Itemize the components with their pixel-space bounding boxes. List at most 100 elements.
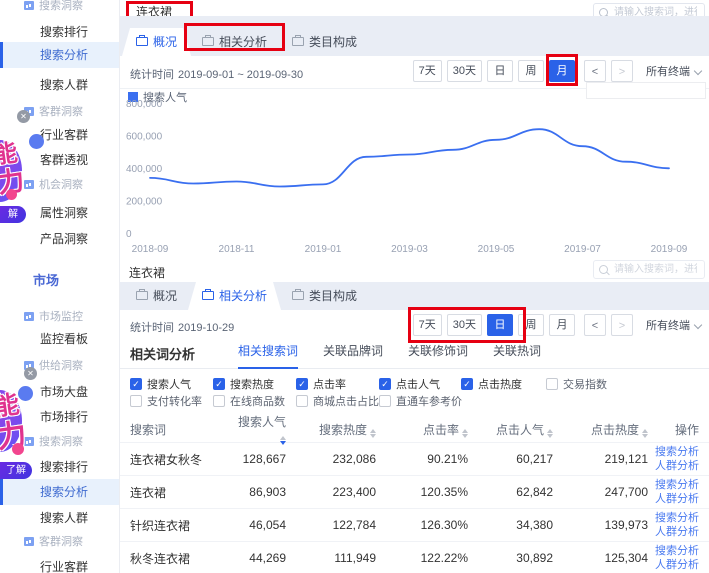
prev-period-button[interactable]: < [584,314,606,336]
word-tab-brand[interactable]: 关联品牌词 [323,340,383,367]
word-tab-hot[interactable]: 关联热词 [493,340,541,367]
stat-time-value: 2019-09-01 ~ 2019-09-30 [178,69,303,81]
sidebar-item-market-overview[interactable]: 市场大盘 [0,382,119,402]
tab-category-composition[interactable]: 类目构成 [278,282,371,310]
svg-text:600,000: 600,000 [126,132,163,143]
metric-label: 点击人气 [396,376,440,392]
col-header-click-rate[interactable]: 点击率 [376,421,468,438]
col-header-click-heat[interactable]: 点击热度 [553,421,648,438]
promo-pill[interactable]: 了解 [0,462,32,479]
metric-ztc-reference-price[interactable]: 直通车参考价 [379,393,462,409]
promo-pill[interactable]: 解 [0,206,26,223]
search-input[interactable] [612,263,699,276]
search-analysis-link[interactable]: 搜索分析 [648,445,699,459]
briefcase-icon [136,37,148,46]
sidebar-item-label: 搜索排行 [40,460,88,474]
range-week-button[interactable]: 周 [518,60,544,82]
tab-related-analysis[interactable]: 相关分析 [188,282,281,310]
next-period-button[interactable]: > [611,60,633,82]
tab-category-composition[interactable]: 类目构成 [278,28,371,56]
checkbox-icon [546,378,558,390]
search-analysis-link[interactable]: 搜索分析 [648,544,699,558]
audience-analysis-link[interactable]: 人群分析 [648,459,699,473]
audience-analysis-link[interactable]: 人群分析 [648,525,699,539]
terminal-dropdown[interactable]: 所有终端 [646,63,701,79]
range-day-button[interactable]: 日 [487,314,513,336]
metric-click-rate[interactable]: 点击率 [296,376,346,392]
svg-text:2019-01: 2019-01 [305,244,342,255]
sidebar-item-industry-customers[interactable]: 行业客群 [0,557,119,573]
svg-text:200,000: 200,000 [126,197,163,208]
metric-click-popularity[interactable]: 点击人气 [379,376,440,392]
audience-analysis-link[interactable]: 人群分析 [648,492,699,506]
sidebar-item-search-audience[interactable]: 搜索人群 [0,508,119,528]
metric-search-popularity[interactable]: 搜索人气 [130,376,191,392]
col-header-search-popularity[interactable]: 搜索人气 [230,413,286,445]
sidebar-item-search-ranking[interactable]: 搜索排行 [0,22,119,42]
insight-icon [24,437,34,446]
range-month-button[interactable]: 月 [549,60,575,82]
cell-value: 139,973 [553,518,648,532]
range-7d-button[interactable]: 7天 [413,60,442,82]
tab-overview[interactable]: 概况 [122,28,191,56]
sidebar-section-opportunity-insight: 机会洞察 [0,175,119,195]
sidebar-item-search-analysis[interactable]: 搜索分析 [0,42,119,68]
range-7d-button[interactable]: 7天 [413,314,442,336]
col-header-click-popularity[interactable]: 点击人气 [468,421,553,438]
search-analysis-link[interactable]: 搜索分析 [648,478,699,492]
main-top: 连衣裙 概况 相关分析 类目构成 统计时间2019-09-01 ~ 2019-0… [120,0,709,258]
sidebar-item-market-ranking[interactable]: 市场排行 [0,407,119,427]
sidebar-item-label: 产品洞察 [40,232,88,246]
cell-value: 125,304 [553,551,648,565]
sidebar-item-industry-customers[interactable]: 行业客群 [0,125,119,145]
insight-icon [24,537,34,546]
tab-overview[interactable]: 概况 [122,282,191,310]
col-header-label: 点击热度 [591,423,639,437]
sidebar-item-label: 搜索排行 [40,25,88,39]
sidebar-item-customer-perspective[interactable]: 客群透视 [0,150,119,170]
metric-transaction-index[interactable]: 交易指数 [546,376,607,392]
range-week-button[interactable]: 周 [518,314,544,336]
search-analysis-panel-bottom: 市场 市场监控 监控看板 供给洞察 市场大盘 市场排行 搜索洞察 搜索排行 搜索… [0,258,709,573]
close-icon[interactable]: ✕ [24,367,37,380]
cell-value: 219,121 [553,452,648,466]
range-30d-button[interactable]: 30天 [447,314,482,336]
tab-bar-bottom: 概况 相关分析 类目构成 [120,282,709,310]
search-analysis-link[interactable]: 搜索分析 [648,511,699,525]
cell-value: 122,784 [286,518,376,532]
metric-mall-click-share[interactable]: 商城点击占比 [296,393,379,409]
sidebar-item-search-analysis[interactable]: 搜索分析 [0,479,119,505]
svg-text:2018-09: 2018-09 [132,244,169,255]
word-tab-modifier[interactable]: 关联修饰词 [408,340,468,367]
sidebar-bottom: 市场 市场监控 监控看板 供给洞察 市场大盘 市场排行 搜索洞察 搜索排行 搜索… [0,258,120,573]
metric-label: 支付转化率 [147,393,202,409]
close-icon[interactable]: ✕ [17,110,30,123]
sidebar-item-product-insight[interactable]: 产品洞察 [0,229,119,249]
word-tab-related-search[interactable]: 相关搜索词 [238,340,298,369]
next-period-button[interactable]: > [611,314,633,336]
range-month-button[interactable]: 月 [549,314,575,336]
sidebar-section-supply-insight: 供给洞察 [0,356,119,376]
svg-text:2018-11: 2018-11 [219,244,255,255]
sidebar-item-label: 搜索人群 [40,78,88,92]
col-header-search-heat[interactable]: 搜索热度 [286,421,376,438]
prev-period-button[interactable]: < [584,60,606,82]
sidebar-item-search-audience[interactable]: 搜索人群 [0,75,119,95]
tab-related-analysis[interactable]: 相关分析 [188,28,281,56]
sidebar-section-label: 供给洞察 [39,360,83,372]
metric-payment-conversion[interactable]: 支付转化率 [130,393,202,409]
range-day-button[interactable]: 日 [487,60,513,82]
metric-label: 搜索热度 [230,376,274,392]
tooltip-remnant [586,82,706,99]
stat-time-label: 统计时间 [130,69,174,81]
metric-click-heat[interactable]: 点击热度 [461,376,522,392]
sidebar-item-label: 搜索分析 [40,48,88,62]
metric-online-products[interactable]: 在线商品数 [213,393,285,409]
terminal-dropdown[interactable]: 所有终端 [646,317,701,333]
range-30d-button[interactable]: 30天 [447,60,482,82]
audience-analysis-link[interactable]: 人群分析 [648,558,699,572]
cell-value: 122.22% [376,551,468,565]
metric-search-heat[interactable]: 搜索热度 [213,376,274,392]
stat-time: 统计时间 2019-09-01 ~ 2019-09-30 [130,66,303,82]
sidebar-item-monitor-dashboard[interactable]: 监控看板 [0,329,119,349]
